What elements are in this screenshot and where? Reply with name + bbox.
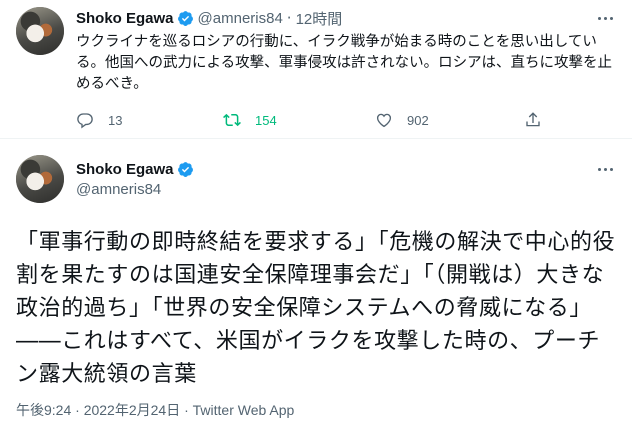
author-handle[interactable]: @amneris84 [76, 181, 161, 198]
like-button[interactable]: 902 [375, 110, 429, 130]
retweet-button[interactable]: 154 [223, 110, 277, 130]
tweet-actions: 13 154 902 [76, 110, 546, 130]
reply-icon [77, 113, 93, 129]
more-icon [597, 167, 613, 171]
tweet-text: ウクライナを巡るロシアの行動に、イラク戦争が始まる時のことを思い出している。他国… [76, 34, 613, 92]
avatar[interactable] [16, 7, 64, 55]
tweet-metadata: 午後9:24 · 2022年2月24日 · Twitter Web App [16, 400, 294, 420]
verified-badge-icon [177, 161, 193, 177]
timeline-tweet[interactable]: Shoko Egawa @amneris84 · 12時間 ウクライナを巡るロシ… [0, 0, 632, 138]
verified-badge-icon [177, 10, 193, 26]
separator-dot: · [286, 9, 292, 27]
share-icon [526, 112, 540, 127]
reply-count: 13 [108, 112, 123, 128]
author-row: Shoko Egawa [76, 159, 198, 179]
like-icon [376, 113, 392, 128]
tweet-text: 「軍事行動の即時終結を要求する」「危機の解決で中心的役割を果たすのは国連安全保障… [16, 230, 616, 387]
retweet-icon [223, 113, 241, 127]
tweet-time[interactable]: 12時間 [296, 8, 343, 29]
avatar[interactable] [16, 155, 64, 203]
more-options-button[interactable] [593, 159, 617, 179]
author-handle[interactable]: @amneris84 [198, 10, 283, 27]
share-button[interactable] [524, 110, 542, 130]
author-name[interactable]: Shoko Egawa [76, 10, 174, 27]
retweet-count: 154 [255, 112, 277, 128]
tweet-source[interactable]: Twitter Web App [193, 402, 295, 418]
author-row: Shoko Egawa @amneris84 · 12時間 [76, 8, 342, 28]
divider [0, 138, 632, 139]
like-count: 902 [407, 112, 429, 128]
author-name[interactable]: Shoko Egawa [76, 161, 174, 178]
tweet-timestamp[interactable]: 午後9:24 · 2022年2月24日 [16, 402, 180, 418]
reply-button[interactable]: 13 [76, 110, 122, 130]
more-icon [597, 16, 613, 20]
separator-dot: · [180, 402, 193, 418]
more-options-button[interactable] [593, 8, 617, 28]
